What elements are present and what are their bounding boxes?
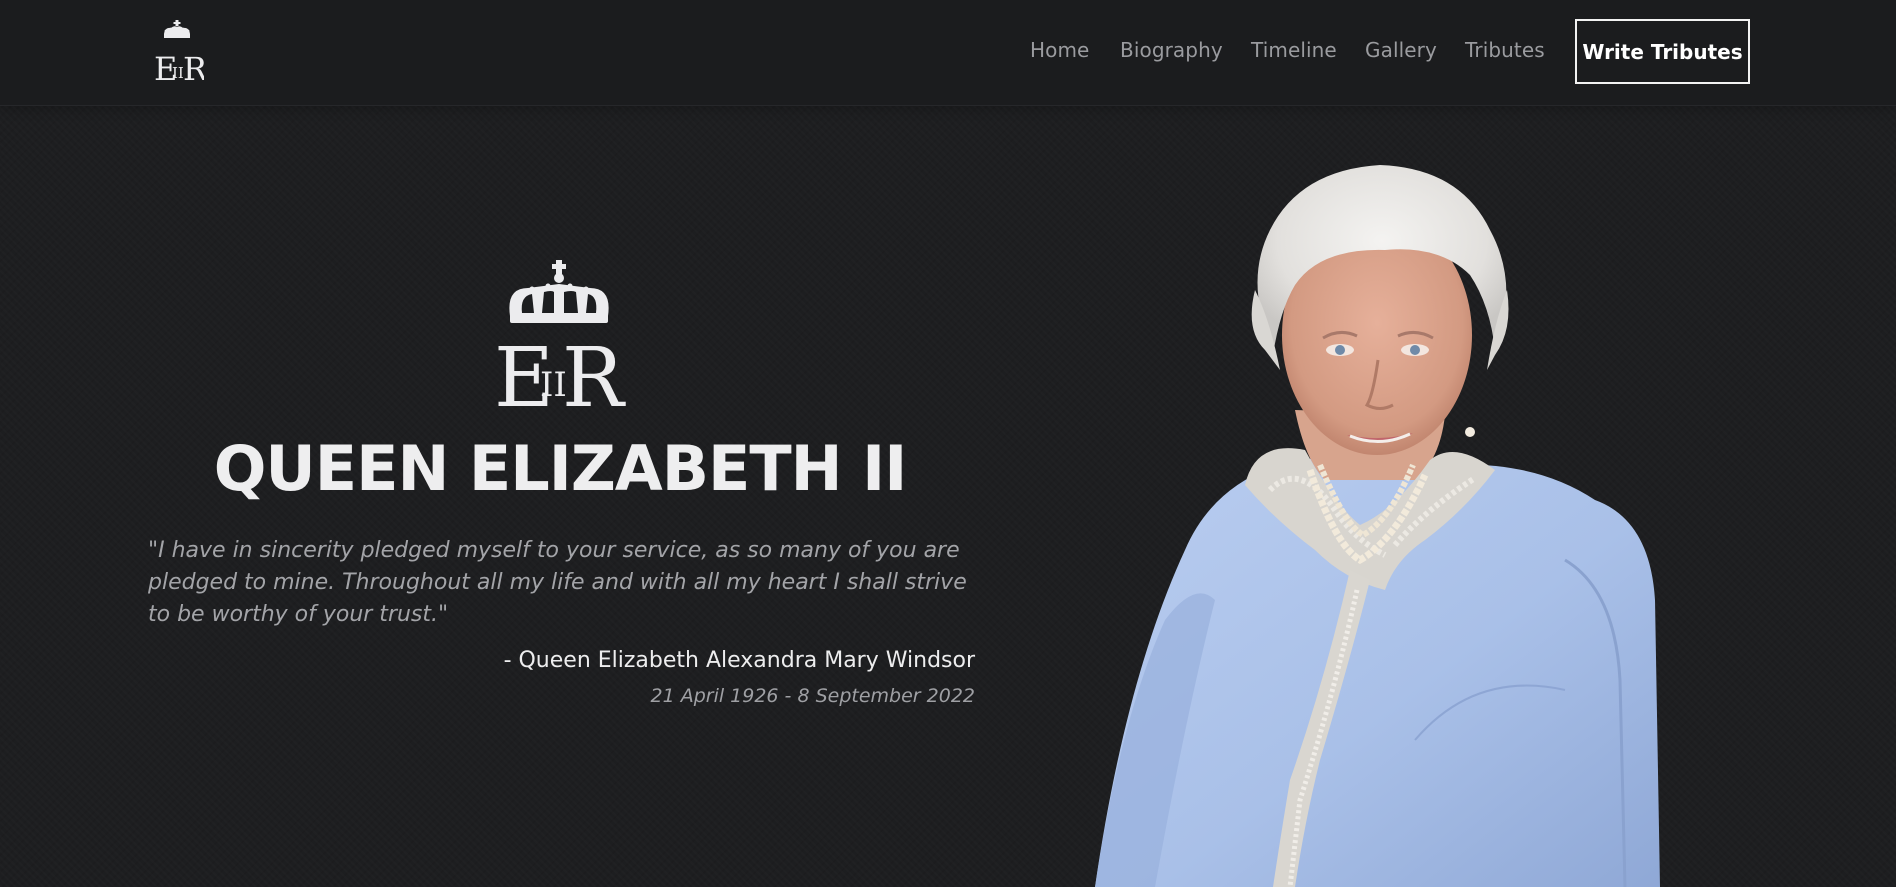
page-title: QUEEN ELIZABETH II	[213, 432, 908, 505]
svg-text:R: R	[183, 50, 204, 84]
main-nav: Home Biography Timeline Gallery Tributes	[1000, 0, 1560, 104]
site-header: E II R Home Biography Timeline Gallery T…	[0, 0, 1896, 106]
eiir-royal-cypher-icon[interactable]: E II R	[150, 20, 208, 88]
life-dates: 21 April 1926 - 8 September 2022	[650, 685, 975, 707]
portrait-photo	[1095, 160, 1755, 887]
hero-quote: "I have in sincerity pledged myself to y…	[148, 538, 967, 627]
nav-timeline[interactable]: Timeline	[1251, 38, 1337, 62]
nav-home[interactable]: Home	[1030, 38, 1089, 62]
nav-biography[interactable]: Biography	[1120, 38, 1223, 62]
nav-gallery[interactable]: Gallery	[1365, 38, 1437, 62]
svg-text:R: R	[562, 331, 626, 410]
write-tributes-button[interactable]: Write Tributes	[1575, 19, 1750, 84]
crown-eiir-cypher-icon: E II R	[492, 258, 627, 426]
nav-tributes[interactable]: Tributes	[1465, 38, 1545, 62]
quote-attribution: - Queen Elizabeth Alexandra Mary Windsor	[503, 648, 975, 673]
